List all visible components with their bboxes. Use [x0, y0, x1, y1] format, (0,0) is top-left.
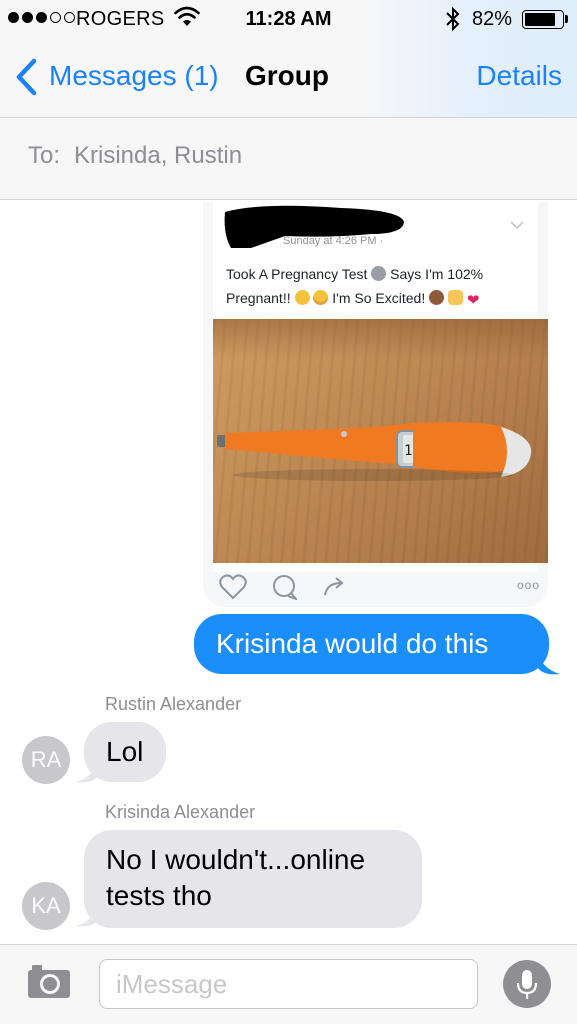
clapping-hands-emoji-icon — [448, 290, 463, 305]
message-text: Krisinda would do this — [216, 628, 489, 659]
smiling-face-emoji-icon — [313, 290, 329, 305]
conversation-title: Group — [245, 60, 329, 91]
details-button[interactable]: Details — [476, 60, 562, 92]
top-chrome: ROGERS 11:28 AM 82% Messages (1) Group D… — [0, 0, 577, 118]
incoming-bubble-tail — [76, 758, 98, 783]
microphone-icon — [516, 970, 538, 999]
post-timestamp: Sunday at 4:26 PM · — [283, 235, 384, 247]
status-bar: ROGERS 11:28 AM 82% — [0, 0, 577, 38]
red-heart-emoji-icon: ❤ — [466, 292, 480, 309]
back-chevron-icon[interactable] — [14, 58, 38, 96]
sender-name: Krisinda Alexander — [105, 802, 256, 822]
message-input[interactable] — [99, 959, 478, 1009]
baby-emoji-icon — [429, 290, 445, 305]
camera-icon[interactable] — [26, 962, 72, 1000]
screaming-face-emoji-icon — [371, 266, 387, 281]
microphone-button[interactable] — [503, 960, 551, 1008]
outgoing-bubble-tail — [538, 650, 560, 675]
incoming-message-bubble[interactable]: No I wouldn't...online tests tho — [84, 830, 422, 928]
battery-icon — [522, 10, 564, 29]
battery-percent: 82% — [472, 8, 513, 30]
outgoing-message-bubble[interactable]: Krisinda would do this — [194, 614, 549, 674]
sender-name: Rustin Alexander — [105, 694, 242, 714]
bluetooth-icon — [446, 6, 460, 32]
shared-image-message[interactable]: Sunday at 4:26 PM · Took A Pregnancy Tes… — [203, 202, 548, 607]
to-label: To: — [28, 142, 61, 169]
incoming-bubble-tail — [76, 902, 98, 927]
message-text: Lol — [106, 736, 144, 767]
thermometer-photo: 102.8°F — [213, 319, 548, 563]
post-text: Took A Pregnancy Test Says I'm 102% Preg… — [226, 262, 526, 313]
comment-icon[interactable] — [271, 574, 297, 600]
post-actions: ooo — [203, 572, 548, 607]
more-options-icon[interactable]: ooo — [517, 578, 540, 592]
message-text-line-1: No I wouldn't...online — [106, 844, 366, 875]
thermometer-icon: 102.8°F — [217, 422, 532, 481]
message-text-line-2: tests tho — [106, 880, 212, 911]
back-button[interactable]: Messages (1) — [49, 60, 219, 92]
recipient-names[interactable]: Krisinda, Rustin — [74, 142, 242, 170]
heart-icon[interactable] — [219, 574, 247, 600]
avatar[interactable]: RA — [22, 736, 70, 784]
grinning-face-emoji-icon — [294, 290, 310, 305]
avatar[interactable]: KA — [22, 882, 70, 930]
chevron-down-icon — [510, 221, 524, 230]
share-arrow-icon[interactable] — [323, 575, 347, 597]
